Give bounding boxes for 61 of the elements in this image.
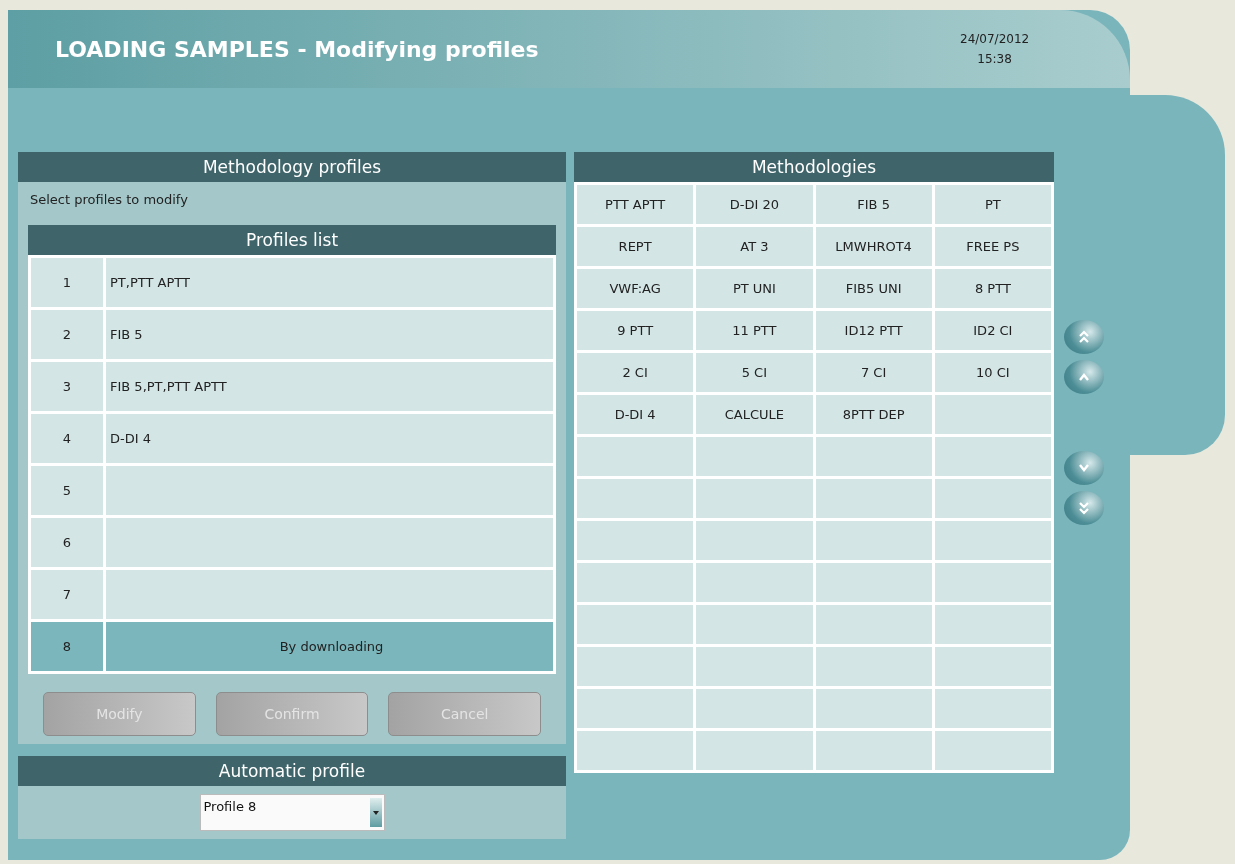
methodology-cell[interactable]: ID12 PTT <box>815 311 932 350</box>
methodology-cell[interactable]: FIB 5 <box>815 185 932 224</box>
profile-dropdown[interactable]: Profile 8 <box>199 794 385 831</box>
instruction-text: Select profiles to modify <box>29 191 189 209</box>
methodology-cell[interactable]: 11 PTT <box>696 311 813 350</box>
methodology-cell[interactable]: 9 PTT <box>577 311 694 350</box>
methodology-cell[interactable]: PT UNI <box>696 269 813 308</box>
chevron-up-icon[interactable] <box>1077 372 1091 382</box>
profile-row[interactable]: 4 D-DI 4 <box>31 414 553 463</box>
profile-row[interactable]: 1 PT,PTT APTT <box>31 258 553 307</box>
profile-row[interactable]: 3 FIB 5,PT,PTT APTT <box>31 362 553 411</box>
row-number: 7 <box>31 570 103 619</box>
row-number: 4 <box>31 414 103 463</box>
scroll-down-button[interactable] <box>1064 451 1104 485</box>
date-label: 24/07/2012 <box>960 32 1030 46</box>
row-number: 8 <box>31 622 103 671</box>
row-number: 5 <box>31 466 103 515</box>
methodology-cell[interactable]: 10 CI <box>934 353 1051 392</box>
methodology-cell[interactable]: FIB5 UNI <box>815 269 932 308</box>
profile-methodologies: FIB 5 <box>106 310 553 359</box>
methodology-cell[interactable]: D-DI 4 <box>577 395 694 434</box>
row-number: 1 <box>31 258 103 307</box>
profile-methodologies: FIB 5,PT,PTT APTT <box>106 362 553 411</box>
methodology-cell[interactable]: D-DI 20 <box>696 185 813 224</box>
screen-title: LOADING SAMPLES - Modifying profiles <box>55 36 540 62</box>
methodology-cell[interactable]: AT 3 <box>696 227 813 266</box>
methodology-cell[interactable]: LMWHROT4 <box>815 227 932 266</box>
panel-title: Methodologies <box>574 152 1054 182</box>
panel-title: Methodology profiles <box>18 152 566 182</box>
profile-row[interactable]: 5 <box>31 466 553 515</box>
panel-title: Automatic profile <box>18 756 566 786</box>
methodology-cell[interactable]: CALCULE <box>696 395 813 434</box>
profile-methodologies: By downloading <box>106 622 553 671</box>
methodology-cell[interactable]: 8 PTT <box>934 269 1051 308</box>
methodology-cell[interactable]: VWF:AG <box>577 269 694 308</box>
double-chevron-up-icon[interactable] <box>1077 329 1091 345</box>
scroll-up-button[interactable] <box>1064 360 1104 394</box>
methodology-cell[interactable]: 2 CI <box>577 353 694 392</box>
methodology-cell[interactable]: 8PTT DEP <box>815 395 932 434</box>
profile-row[interactable]: 2 FIB 5 <box>31 310 553 359</box>
scroll-top-button[interactable] <box>1064 320 1104 354</box>
profile-methodologies: PT,PTT APTT <box>106 258 553 307</box>
methodology-cell[interactable]: ID2 CI <box>934 311 1051 350</box>
double-chevron-down-icon[interactable] <box>1077 500 1091 516</box>
time-label: 15:38 <box>977 52 1012 66</box>
methodology-cell[interactable]: FREE PS <box>934 227 1051 266</box>
chevron-down-icon[interactable] <box>1077 463 1091 473</box>
profile-row[interactable]: 8 By downloading <box>31 622 553 671</box>
methodology-cell[interactable]: 5 CI <box>696 353 813 392</box>
list-title: Profiles list <box>28 225 556 255</box>
methodology-cell[interactable]: REPT <box>577 227 694 266</box>
row-number: 3 <box>31 362 103 411</box>
profile-row[interactable]: 7 <box>31 570 553 619</box>
scroll-bottom-button[interactable] <box>1064 491 1104 525</box>
methodology-cell[interactable]: 7 CI <box>815 353 932 392</box>
profile-row[interactable]: 6 <box>31 518 553 567</box>
methodology-cell[interactable]: PTT APTT <box>577 185 694 224</box>
row-number: 2 <box>31 310 103 359</box>
row-number: 6 <box>31 518 103 567</box>
profile-methodologies: D-DI 4 <box>106 414 553 463</box>
methodology-cell[interactable]: PT <box>934 185 1051 224</box>
